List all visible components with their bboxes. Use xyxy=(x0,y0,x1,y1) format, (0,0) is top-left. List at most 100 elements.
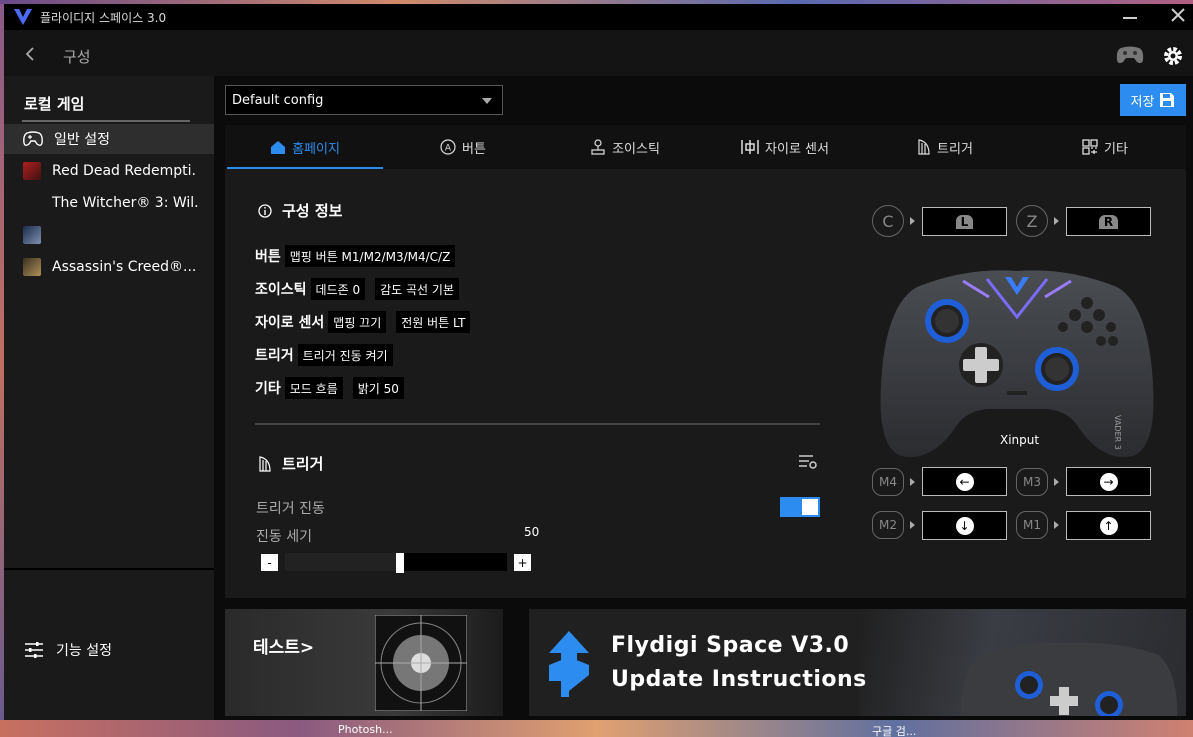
sidebar-item-general[interactable]: 일반 설정 xyxy=(4,124,214,154)
joystick-icon xyxy=(591,139,605,155)
trigger-icon xyxy=(259,455,271,472)
gyro-icon xyxy=(741,140,759,154)
config-info-tag: 트리거 진동 켜기 xyxy=(297,344,393,366)
config-info-list: 버튼 맵핑 버튼 M1/M2/M3/M4/C/Z 조이스틱 데드존 0 감도 곡… xyxy=(255,244,471,400)
section-divider xyxy=(255,423,820,425)
save-button-label: 저장 xyxy=(1130,94,1155,110)
trigger-settings-icon[interactable] xyxy=(798,454,818,470)
config-info-tag: 맵핑 버튼 M1/M2/M3/M4/C/Z xyxy=(284,245,456,267)
m1-mapping-box[interactable]: ↑ xyxy=(1066,511,1151,540)
trigger-icon xyxy=(918,139,930,155)
slider-fill xyxy=(285,553,396,571)
tab-homepage[interactable]: 홈페이지 xyxy=(227,125,383,169)
config-info-row-gyro: 자이로 센서 맵핑 끄기 전원 버튼 LT xyxy=(255,310,471,334)
tab-label: 트리거 xyxy=(937,141,973,157)
config-select[interactable]: Default config xyxy=(225,85,503,115)
svg-text:A: A xyxy=(445,144,452,154)
m4-button-label: M4 xyxy=(872,468,904,496)
sidebar-item-label: The Witcher® 3: Wil. xyxy=(52,195,199,211)
gamepad-icon[interactable] xyxy=(1116,45,1144,65)
dpad-down-glyph: ↓ xyxy=(955,516,974,535)
vibration-strength-value: 50 xyxy=(524,525,540,539)
minimize-icon xyxy=(1123,17,1137,19)
tab-label: 버튼 xyxy=(462,141,486,157)
window-title: 플라이디지 스페이스 3.0 xyxy=(40,11,167,25)
update-banner-line2: Update Instructions xyxy=(611,667,867,692)
slider-thumb[interactable] xyxy=(396,553,404,573)
tab-label: 홈페이지 xyxy=(292,141,340,157)
config-select-value: Default config xyxy=(232,92,324,108)
tab-label: 자이로 센서 xyxy=(765,141,829,157)
sidebar-item-assassins-creed[interactable]: Assassin's Creed®... xyxy=(4,252,214,282)
game-thumbnail xyxy=(23,258,41,276)
sidebar-heading: 로컬 게임 xyxy=(24,95,85,113)
config-info-title-text: 구성 정보 xyxy=(282,202,343,220)
c-mapping-box[interactable]: L xyxy=(922,207,1007,236)
home-icon xyxy=(271,140,286,154)
config-info-row-buttons: 버튼 맵핑 버튼 M1/M2/M3/M4/C/Z xyxy=(255,244,470,268)
a-button-icon: A xyxy=(440,139,456,155)
sidebar-heading-underline xyxy=(22,120,190,122)
dpad-left-glyph: ← xyxy=(955,472,974,491)
trigger-vibration-label: 트리거 진동 xyxy=(256,501,325,517)
function-settings-button[interactable]: 기능 설정 xyxy=(24,640,112,660)
sidebar-item-unnamed[interactable] xyxy=(4,220,214,250)
taskbar-label-right[interactable]: 구글 검... xyxy=(872,723,916,737)
minimize-button[interactable] xyxy=(1122,5,1142,30)
sidebar-item-label: Red Dead Redempti. xyxy=(52,163,196,179)
nav-title: 구성 xyxy=(63,48,91,66)
title-bar: 플라이디지 스페이스 3.0 xyxy=(4,4,1193,30)
test-banner-label: 테스트> xyxy=(253,638,315,658)
sidebar-item-red-dead[interactable]: Red Dead Redempti. xyxy=(4,156,214,186)
trigger-vibration-toggle[interactable] xyxy=(780,497,820,517)
function-settings-label: 기능 설정 xyxy=(56,643,112,659)
mapping-arrow-icon xyxy=(1054,217,1059,225)
strength-decrement-button[interactable]: - xyxy=(261,554,278,571)
active-tab-indicator xyxy=(227,167,383,169)
tab-gyro-sensor[interactable]: 자이로 센서 xyxy=(705,125,865,169)
z-mapping-box[interactable]: R xyxy=(1066,207,1151,236)
tab-label: 기타 xyxy=(1104,141,1128,157)
controller-image: VADER 3 xyxy=(880,270,1154,458)
tab-other[interactable]: 기타 xyxy=(1025,125,1185,169)
gamepad-icon xyxy=(23,131,43,146)
m2-mapping-box[interactable]: ↓ xyxy=(922,511,1007,540)
tab-joystick[interactable]: 조이스틱 xyxy=(545,125,705,169)
flydigi-logo-icon xyxy=(14,9,32,25)
mapping-arrow-icon xyxy=(1054,478,1059,486)
z-button-label: Z xyxy=(1016,205,1048,237)
sidebar-item-label: 일반 설정 xyxy=(54,132,110,148)
m3-mapping-box[interactable]: → xyxy=(1066,467,1151,496)
nav-bar: 구성 xyxy=(4,30,1193,76)
sidebar-item-witcher[interactable]: The Witcher® 3: Wil. xyxy=(4,188,214,218)
mapping-arrow-icon xyxy=(910,217,915,225)
strength-increment-button[interactable]: + xyxy=(514,554,531,571)
tab-trigger[interactable]: 트리거 xyxy=(865,125,1025,169)
m2-button-label: M2 xyxy=(872,511,904,539)
vibration-strength-slider[interactable] xyxy=(285,553,507,573)
floppy-disk-icon xyxy=(1160,93,1175,107)
config-info-tag: 밝기 50 xyxy=(352,377,404,399)
sidebar-divider xyxy=(4,568,214,570)
info-icon xyxy=(258,203,272,218)
close-button[interactable] xyxy=(1170,7,1186,28)
config-info-label: 버튼 xyxy=(255,249,281,265)
back-arrow-icon[interactable] xyxy=(24,46,36,62)
l-bumper-glyph: L xyxy=(955,214,974,229)
close-icon xyxy=(1171,8,1185,22)
chevron-down-icon xyxy=(482,98,492,104)
save-button[interactable]: 저장 xyxy=(1120,84,1186,116)
config-info-label: 기타 xyxy=(255,381,281,397)
tab-buttons[interactable]: A 버튼 xyxy=(385,125,541,169)
config-info-title: 구성 정보 xyxy=(258,200,342,221)
banner-controller-image xyxy=(960,642,1178,716)
config-info-tag: 모드 흐름 xyxy=(284,377,343,399)
taskbar-label-left[interactable]: Photosh... xyxy=(338,723,393,736)
r-bumper-glyph: R xyxy=(1098,214,1119,229)
sliders-icon xyxy=(25,642,43,658)
gear-icon[interactable] xyxy=(1162,45,1184,67)
m4-mapping-box[interactable]: ← xyxy=(922,467,1007,496)
update-instructions-banner[interactable]: Flydigi Space V3.0 Update Instructions xyxy=(529,609,1186,716)
config-info-tag: 맵핑 끄기 xyxy=(328,311,387,333)
test-banner[interactable]: 테스트> xyxy=(225,609,503,716)
